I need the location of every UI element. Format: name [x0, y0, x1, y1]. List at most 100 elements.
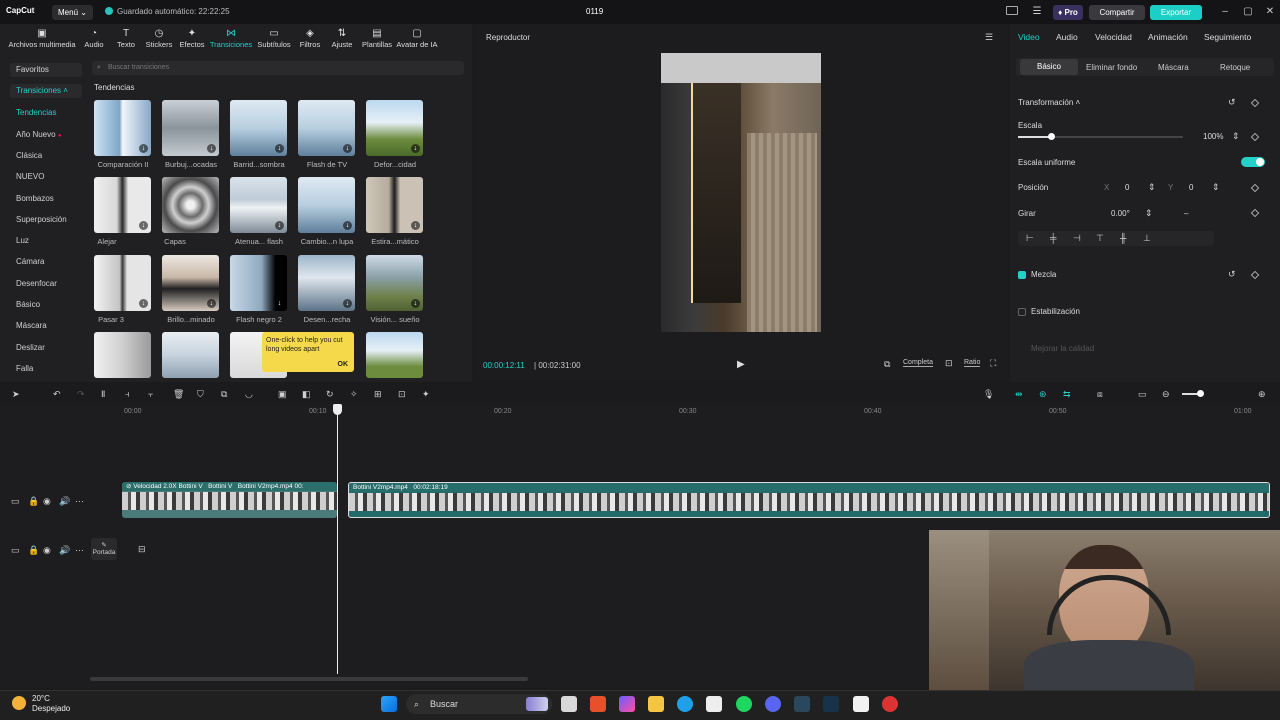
play-button[interactable]: ▶: [737, 359, 745, 370]
recorder-icon[interactable]: [882, 696, 898, 712]
category-light[interactable]: Luz: [16, 236, 29, 245]
magic-icon[interactable]: ✧: [350, 389, 358, 400]
widget-icon[interactable]: [526, 697, 548, 711]
cover-button[interactable]: ✎ Portada: [91, 538, 117, 560]
export-button[interactable]: Exportar: [1150, 5, 1202, 20]
timeline-scrollbar[interactable]: [90, 677, 528, 681]
tab-tracking[interactable]: Seguimiento: [1204, 32, 1251, 42]
fit-icon[interactable]: ⊡: [945, 358, 953, 369]
zoom-fit-icon[interactable]: ⊕: [1258, 389, 1266, 400]
weather-widget[interactable]: 20°C Despejado: [32, 694, 70, 714]
category-overlay[interactable]: Superposición: [16, 215, 67, 224]
uniform-scale-toggle[interactable]: [1241, 157, 1265, 167]
blend-checkbox[interactable]: [1018, 271, 1026, 279]
transition-thumb[interactable]: ↓: [162, 100, 219, 156]
fullscreen-icon[interactable]: ⛶: [990, 358, 996, 369]
transition-thumb[interactable]: ↓: [366, 177, 423, 233]
app-icon[interactable]: [823, 696, 839, 712]
shield-icon[interactable]: ⛉: [197, 389, 204, 400]
category-classic[interactable]: Clásica: [16, 151, 42, 160]
capcut-taskbar-icon[interactable]: [853, 696, 869, 712]
transition-search-input[interactable]: ⌕ Buscar transiciones: [92, 61, 464, 75]
stepper-icon[interactable]: ⇕: [1148, 182, 1156, 193]
rotate-icon[interactable]: ↻: [326, 389, 334, 400]
scale-value[interactable]: 100%: [1203, 132, 1223, 141]
volume-icon[interactable]: 🔊: [59, 496, 70, 507]
spotify-icon[interactable]: [736, 696, 752, 712]
rotate-input[interactable]: 0.00°: [1111, 209, 1130, 218]
preview-axis-icon[interactable]: ⧈: [1097, 389, 1103, 400]
rotate-extra[interactable]: –: [1184, 209, 1188, 218]
project-name[interactable]: 0119: [586, 7, 603, 16]
pos-x-input[interactable]: 0: [1125, 183, 1129, 192]
reset-icon[interactable]: ↺: [1228, 97, 1236, 108]
discord-icon[interactable]: [765, 696, 781, 712]
stepper-icon[interactable]: ⇕: [1212, 182, 1220, 193]
split-left-icon[interactable]: ⫞: [125, 389, 130, 400]
stepper-icon[interactable]: ⇕: [1232, 131, 1240, 142]
menu-button[interactable]: Menú ⌄: [52, 5, 93, 20]
transition-thumb[interactable]: ↓: [298, 255, 355, 311]
lock-icon[interactable]: 🔒: [28, 545, 39, 556]
eye-icon[interactable]: ◉: [43, 496, 51, 507]
category-trending[interactable]: Tendencias: [16, 108, 56, 117]
more-icon[interactable]: ⋯: [75, 545, 84, 556]
steam-icon[interactable]: [794, 696, 810, 712]
mirror-icon[interactable]: ◧: [302, 389, 311, 400]
track-toggle-icon[interactable]: ▭: [11, 496, 20, 507]
tool-templates[interactable]: ▤ Plantillas: [356, 26, 398, 49]
edge-browser-icon[interactable]: [677, 696, 693, 712]
align-middle-icon[interactable]: ╫: [1120, 233, 1126, 243]
transition-thumb[interactable]: ↓: [94, 100, 151, 156]
transition-thumb[interactable]: ↓: [366, 100, 423, 156]
transition-thumb[interactable]: ↓: [230, 177, 287, 233]
pointer-icon[interactable]: ➤: [12, 389, 20, 400]
tool-ai-avatar[interactable]: ▢ Avatar de IA: [394, 26, 440, 49]
more-icon[interactable]: ⋯: [75, 496, 84, 507]
category-glitch[interactable]: Falla: [16, 364, 33, 373]
subtab-basic[interactable]: Básico: [1020, 59, 1078, 75]
microphone-icon[interactable]: 🎙: [983, 389, 994, 400]
transition-thumb[interactable]: ↓: [298, 100, 355, 156]
undo-icon[interactable]: ↶: [53, 389, 61, 400]
transition-thumb[interactable]: ↓: [94, 255, 151, 311]
video-preview[interactable]: [661, 53, 821, 332]
crop-icon[interactable]: ⧉: [221, 389, 227, 400]
caption-icon[interactable]: ▭: [1138, 389, 1147, 400]
store-icon[interactable]: [706, 696, 722, 712]
transition-thumb[interactable]: [366, 332, 423, 378]
transition-thumb[interactable]: ↓: [162, 255, 219, 311]
speed-icon[interactable]: ◡: [245, 389, 253, 400]
tab-speed[interactable]: Velocidad: [1095, 32, 1132, 42]
video-clip-2[interactable]: Bottini V2mp4.mp4 00:02:18:19: [348, 482, 1270, 518]
tab-animation[interactable]: Animación: [1148, 32, 1188, 42]
ratio-button[interactable]: Ratio: [964, 359, 981, 367]
transition-thumb[interactable]: ↓: [94, 177, 151, 233]
transition-thumb[interactable]: [162, 177, 219, 233]
transition-thumb[interactable]: [162, 332, 219, 378]
tool-media[interactable]: ▣ Archivos multimedia: [0, 26, 84, 49]
category-camera[interactable]: Cámara: [16, 257, 44, 266]
pos-y-input[interactable]: 0: [1189, 183, 1193, 192]
category-slide[interactable]: Deslizar: [16, 343, 45, 352]
ai-cut-icon[interactable]: ⊡: [398, 389, 406, 400]
video-clip-1[interactable]: ⊘ Velocidad 2.0X Bottini V Bottini V Bot…: [122, 482, 337, 518]
tool-subtitles[interactable]: ▭ Subtítulos: [253, 26, 295, 49]
split-right-icon[interactable]: ⫟: [148, 389, 153, 400]
copilot-icon[interactable]: [619, 696, 635, 712]
player-menu-icon[interactable]: ☰: [985, 32, 993, 43]
stepper-icon[interactable]: ⇕: [1145, 208, 1153, 219]
magnet-icon[interactable]: ⊛: [1039, 389, 1047, 400]
pro-button[interactable]: ♦ Pro: [1053, 5, 1083, 20]
redo-icon[interactable]: ↷: [77, 389, 85, 400]
scale-slider[interactable]: [1018, 133, 1183, 140]
audio-track-icon[interactable]: ⊟: [138, 544, 146, 555]
tab-video[interactable]: Video: [1018, 32, 1040, 42]
align-bottom-icon[interactable]: ⊥: [1143, 233, 1151, 244]
maximize-icon[interactable]: ▢: [1242, 6, 1254, 18]
windows-start-icon[interactable]: [381, 696, 397, 712]
sparkle-icon[interactable]: ✦: [422, 389, 430, 400]
subtab-remove-bg[interactable]: Eliminar fondo: [1086, 63, 1137, 72]
crop-icon[interactable]: ⧉: [884, 359, 890, 370]
link-icon[interactable]: ⇹: [1015, 389, 1023, 400]
